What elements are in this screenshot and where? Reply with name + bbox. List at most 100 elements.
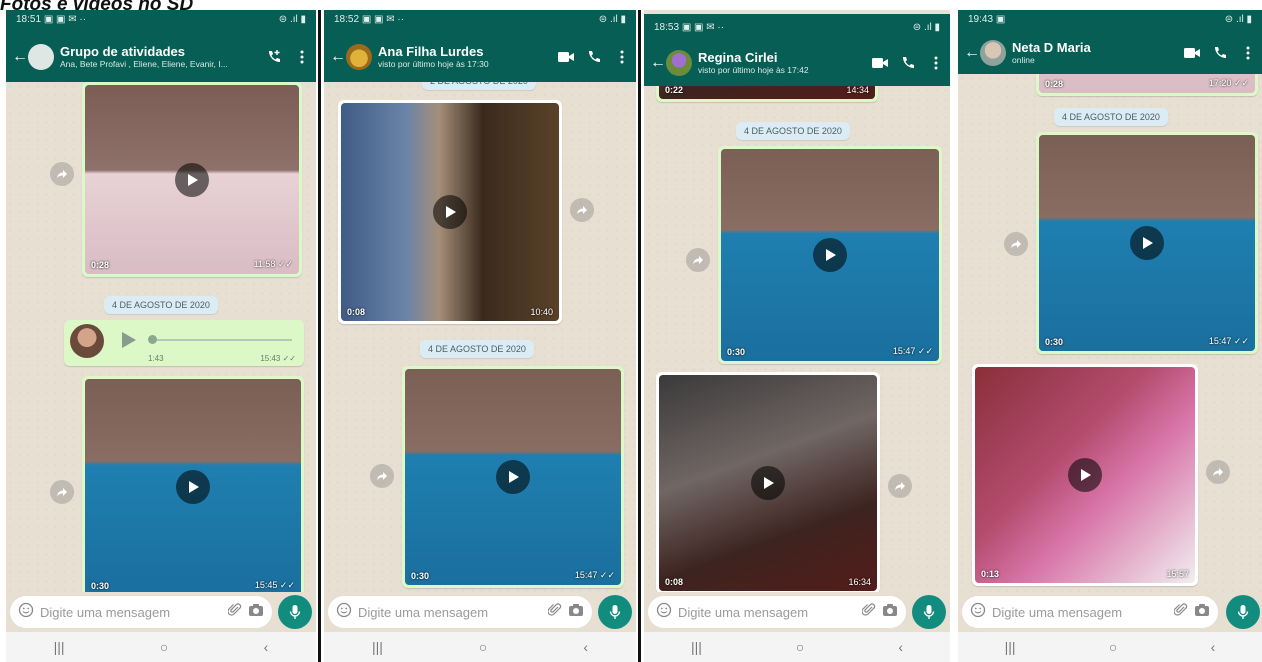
back-button[interactable]: ‹ [583,639,588,655]
android-nav-bar: ||| ○ ‹ [324,632,636,662]
phone-icon[interactable] [900,55,916,71]
back-button[interactable]: ‹ [898,639,903,655]
video-call-icon[interactable] [872,55,888,71]
arrow-back-icon[interactable]: ← [650,54,666,72]
more-vert-icon[interactable] [928,55,944,71]
chat-area[interactable]: 0:22 14:34 4 DE AGOSTO DE 2020 0:30 15:4… [644,86,950,592]
video-thumbnail[interactable]: 0:30 15:47 ✓✓ [405,369,621,585]
video-message[interactable]: 0:08 10:40 [338,100,562,324]
camera-icon[interactable] [248,603,264,622]
message-input[interactable]: Digite uma mensagem [10,596,272,628]
camera-icon[interactable] [882,603,898,622]
forward-icon[interactable] [570,198,594,222]
chat-title-area[interactable]: Neta D Maria online [1012,41,1184,66]
video-thumbnail[interactable]: 0:08 16:34 [659,375,877,591]
forward-icon[interactable] [50,162,74,186]
paperclip-icon[interactable] [1173,602,1188,622]
paperclip-icon[interactable] [547,602,562,622]
play-icon[interactable] [813,238,847,272]
video-message[interactable]: 0:30 15:47 ✓✓ [402,366,624,588]
phone-icon[interactable] [1212,45,1228,61]
play-icon[interactable] [122,332,136,348]
paperclip-icon[interactable] [861,602,876,622]
message-input[interactable]: Digite uma mensagem [962,596,1218,628]
video-call-icon[interactable] [1184,45,1200,61]
message-input[interactable]: Digite uma mensagem [328,596,592,628]
paperclip-icon[interactable] [227,602,242,622]
video-message[interactable]: 0:22 14:34 [656,86,878,102]
forward-icon[interactable] [888,474,912,498]
video-thumbnail[interactable]: 0:08 10:40 [341,103,559,321]
recents-button[interactable]: ||| [1005,639,1016,655]
emoji-icon[interactable] [18,602,34,623]
video-thumbnail[interactable]: 0:30 15:47 ✓✓ [1039,135,1255,351]
video-thumbnail[interactable]: 0:28 11:58 ✓✓ [85,85,299,274]
more-vert-icon[interactable] [1240,45,1256,61]
video-call-icon[interactable] [558,49,574,65]
back-button[interactable]: ‹ [264,639,269,655]
emoji-icon[interactable] [336,602,352,623]
recents-button[interactable]: ||| [372,639,383,655]
recents-button[interactable]: ||| [54,639,65,655]
camera-icon[interactable] [568,603,584,622]
video-message[interactable]: 0:30 15:47 ✓✓ [718,146,942,364]
chat-area[interactable]: 0:28 17:20 ✓✓ 4 DE AGOSTO DE 2020 0:30 1… [958,74,1262,592]
avatar[interactable] [346,44,372,70]
video-message[interactable]: 0:30 15:45 ✓✓ [82,376,304,592]
video-message[interactable]: 0:28 17:20 ✓✓ [1036,74,1258,96]
play-icon[interactable] [176,470,210,504]
video-thumbnail[interactable]: 0:30 15:47 ✓✓ [721,149,939,361]
home-button[interactable]: ○ [796,639,804,655]
play-icon[interactable] [751,466,785,500]
phone-icon[interactable] [586,49,602,65]
avatar[interactable] [28,44,54,70]
mic-icon[interactable] [1226,595,1260,629]
video-thumbnail[interactable]: 0:30 15:45 ✓✓ [85,379,301,592]
chat-title-area[interactable]: Grupo de atividades Ana, Bete Profavi , … [60,45,266,70]
mic-icon[interactable] [912,595,946,629]
video-thumbnail[interactable]: 0:22 14:34 [659,86,875,99]
arrow-back-icon[interactable]: ← [330,48,346,66]
avatar[interactable] [980,40,1006,66]
emoji-icon[interactable] [970,602,986,623]
add-call-icon[interactable] [266,49,282,65]
home-button[interactable]: ○ [1109,639,1117,655]
video-thumbnail[interactable]: 0:28 17:20 ✓✓ [1039,74,1255,93]
more-vert-icon[interactable] [614,49,630,65]
forward-icon[interactable] [1206,460,1230,484]
play-icon[interactable] [1068,458,1102,492]
chat-title-area[interactable]: Regina Cirlei visto por último hoje às 1… [698,51,872,76]
back-button[interactable]: ‹ [1211,639,1216,655]
chat-area[interactable]: 0:28 11:58 ✓✓ 4 DE AGOSTO DE 2020 1:43 1… [6,82,316,592]
mic-icon[interactable] [598,595,632,629]
video-message[interactable]: 0:30 15:47 ✓✓ [1036,132,1258,354]
chat-area[interactable]: 2 DE AGOSTO DE 2020 0:08 10:40 4 DE AGOS… [324,82,636,592]
video-thumbnail[interactable]: 0:13 15:57 [975,367,1195,583]
forward-icon[interactable] [50,480,74,504]
mic-icon[interactable] [278,595,312,629]
emoji-icon[interactable] [656,602,672,623]
arrow-back-icon[interactable]: ← [964,44,980,62]
more-vert-icon[interactable] [294,49,310,65]
audio-progress-handle[interactable] [148,335,157,344]
forward-icon[interactable] [1004,232,1028,256]
home-button[interactable]: ○ [479,639,487,655]
arrow-back-icon[interactable]: ← [12,48,28,66]
forward-icon[interactable] [370,464,394,488]
play-icon[interactable] [433,195,467,229]
audio-progress-track[interactable] [150,339,292,341]
avatar[interactable] [666,50,692,76]
video-message[interactable]: 0:08 16:34 [656,372,880,592]
audio-message[interactable]: 1:43 15:43 ✓✓ [64,320,304,366]
play-icon[interactable] [1130,226,1164,260]
play-icon[interactable] [175,162,209,197]
camera-icon[interactable] [1194,603,1210,622]
home-button[interactable]: ○ [160,639,168,655]
play-icon[interactable] [496,460,530,494]
message-input[interactable]: Digite uma mensagem [648,596,906,628]
forward-icon[interactable] [686,248,710,272]
chat-title-area[interactable]: Ana Filha Lurdes visto por último hoje à… [378,45,558,70]
video-message[interactable]: 0:28 11:58 ✓✓ [82,82,302,277]
recents-button[interactable]: ||| [691,639,702,655]
video-message[interactable]: 0:13 15:57 [972,364,1198,586]
